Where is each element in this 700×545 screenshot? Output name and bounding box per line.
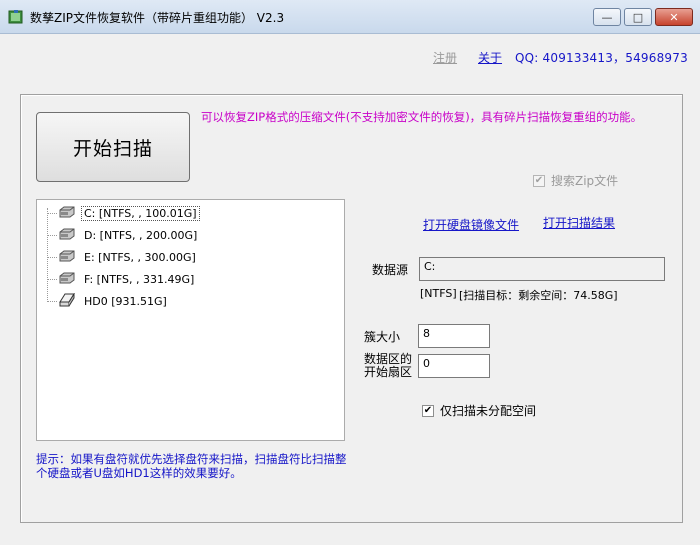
start-sector-input[interactable]: 0 (418, 354, 490, 378)
search-zip-checkbox: ✔ 搜索Zip文件 (533, 172, 618, 189)
tree-connector (47, 278, 57, 280)
drive-icon (59, 228, 75, 243)
data-source-field: C: (419, 257, 665, 281)
unallocated-only-label: 仅扫描未分配空间 (440, 404, 537, 418)
register-link[interactable]: 注册 (433, 49, 457, 66)
start-sector-label: 数据区的 开始扇区 (364, 353, 412, 379)
qq-contact-text: QQ: 409133413，54968973 (515, 51, 688, 65)
scan-target-info: [扫描目标：剩余空间：74.58G] (459, 289, 618, 302)
tip-text: 提示：如果有盘符就优先选择盘符来扫描，扫描盘符比扫描整个硬盘或者U盘如HD1这样… (36, 452, 347, 480)
minimize-button[interactable]: — (593, 8, 621, 26)
start-scan-button[interactable]: 开始扫描 (36, 112, 190, 182)
window-title: 数孳ZIP文件恢复软件（带碎片重组功能） V2.3 (30, 11, 285, 25)
tree-item-label: F: [NTFS, , 331.49G] (84, 272, 195, 286)
drive-icon (59, 250, 75, 265)
cluster-size-label: 簇大小 (364, 330, 401, 344)
tree-connector (47, 212, 57, 214)
tree-item-label: C: [NTFS, , 100.01G] (81, 205, 200, 221)
tree-connector (47, 300, 57, 302)
search-zip-label: 搜索Zip文件 (551, 174, 619, 188)
about-link[interactable]: 关于 (478, 49, 502, 66)
unallocated-only-checkbox[interactable]: ✔ 仅扫描未分配空间 (422, 402, 536, 419)
cluster-size-input[interactable]: 8 (418, 324, 490, 348)
tree-connector (47, 234, 57, 236)
drive-icon (59, 272, 75, 287)
drive-icon (59, 206, 75, 221)
tree-item-label: HD0 [931.51G] (84, 294, 167, 308)
start-sector-label-line2: 开始扇区 (364, 365, 413, 379)
app-icon (8, 10, 23, 24)
data-source-label: 数据源 (372, 263, 409, 277)
minimize-icon: — (601, 10, 613, 24)
drive-tree[interactable]: C: [NTFS, , 100.01G] D: [NTFS, , 200.00G]… (36, 199, 345, 441)
tree-item-d[interactable]: D: [NTFS, , 200.00G] (47, 226, 200, 244)
checkbox-check-icon: ✔ (422, 404, 434, 417)
tree-item-label: D: [NTFS, , 200.00G] (84, 228, 198, 242)
filesystem-info: [NTFS] (420, 287, 457, 300)
close-icon: ✕ (669, 10, 679, 24)
description-text: 可以恢复ZIP格式的压缩文件(不支持加密文件的恢复)，具有碎片扫描恢复重组的功能… (201, 110, 643, 124)
tree-item-c[interactable]: C: [NTFS, , 100.01G] (47, 204, 200, 222)
close-button[interactable]: ✕ (655, 8, 693, 26)
open-scan-result-link[interactable]: 打开扫描结果 (543, 214, 615, 231)
harddisk-icon (59, 291, 75, 310)
checkbox-check-icon: ✔ (533, 174, 545, 187)
maximize-icon: □ (632, 10, 644, 24)
title-bar: 数孳ZIP文件恢复软件（带碎片重组功能） V2.3 — □ ✕ (0, 0, 700, 34)
tree-item-hd0[interactable]: HD0 [931.51G] (47, 291, 170, 310)
tree-item-f[interactable]: F: [NTFS, , 331.49G] (47, 270, 197, 288)
open-disk-image-link[interactable]: 打开硬盘镜像文件 (423, 216, 519, 233)
tree-item-label: E: [NTFS, , 300.00G] (84, 250, 196, 264)
tree-connector (47, 256, 57, 258)
maximize-button[interactable]: □ (624, 8, 652, 26)
tree-item-e[interactable]: E: [NTFS, , 300.00G] (47, 248, 199, 266)
